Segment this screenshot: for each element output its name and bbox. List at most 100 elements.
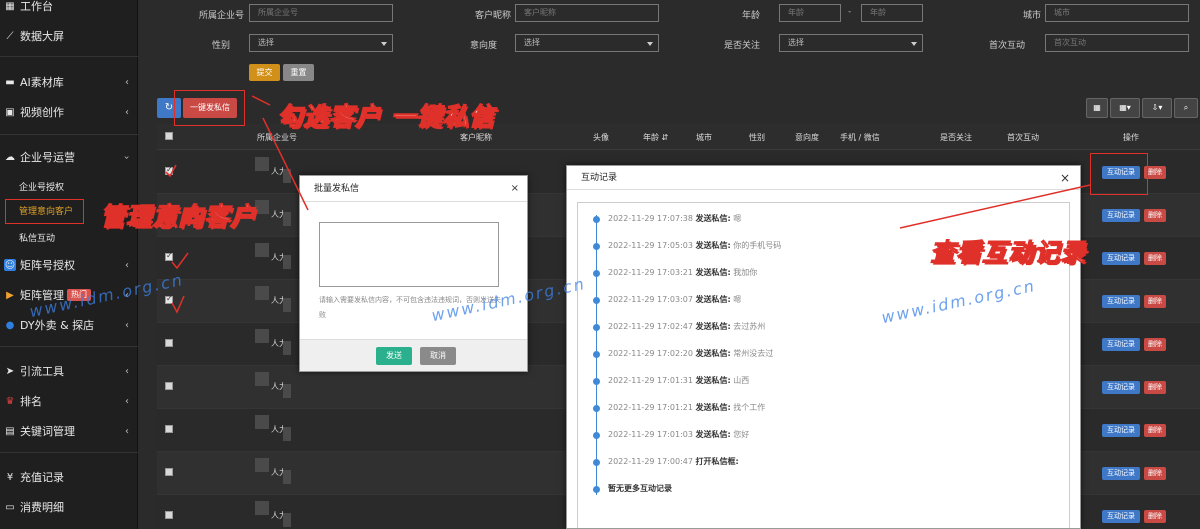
interaction-log-button[interactable]: 互动记录	[1102, 424, 1140, 437]
nickname-input[interactable]: 客户昵称	[515, 4, 659, 22]
blurred-content	[255, 501, 269, 515]
sort-icon: ⇵	[661, 133, 669, 142]
city-input[interactable]: 城市	[1045, 4, 1189, 22]
message-textarea[interactable]	[319, 222, 499, 287]
sidebar-item-keywords[interactable]: ▤ 关键词管理 ‹	[0, 417, 138, 445]
delete-button[interactable]: 删除	[1144, 467, 1166, 480]
row-checkbox[interactable]	[165, 511, 173, 519]
annotation-box-manage	[5, 199, 84, 224]
sidebar-item-traffic[interactable]: ➤ 引流工具 ‹	[0, 357, 138, 385]
sidebar-item-label: 视频创作	[20, 106, 64, 119]
interaction-log-button[interactable]: 互动记录	[1102, 381, 1140, 394]
sidebar-item-matrix-auth[interactable]: ☺ 矩阵号授权 ‹	[0, 251, 138, 279]
blurred-content	[255, 286, 269, 300]
sidebar-item-ai-library[interactable]: ▬ AI素材库 ‹	[0, 68, 138, 96]
timeline-time: 2022-11-29 17:05:03	[608, 241, 693, 250]
delete-button[interactable]: 删除	[1144, 381, 1166, 394]
timeline-end-text: 暂无更多互动记录	[608, 484, 672, 493]
send-icon: ➤	[5, 365, 15, 377]
divider	[0, 134, 138, 135]
search-icon[interactable]: ⌕	[1174, 98, 1198, 118]
timeline-text: 2022-11-29 17:02:20 发送私信: 常州没去过	[608, 348, 773, 359]
age-to-input[interactable]: 年龄	[861, 4, 923, 22]
select-all-checkbox[interactable]	[165, 132, 173, 140]
row-checkbox[interactable]	[165, 294, 173, 304]
reset-button[interactable]: 重置	[283, 64, 314, 81]
first-interaction-input[interactable]: 首次互动	[1045, 34, 1189, 52]
sidebar-item-recharge[interactable]: ¥ 充值记录	[0, 463, 138, 491]
close-icon[interactable]: ×	[1060, 166, 1070, 190]
annotation-box-bulk	[174, 90, 245, 126]
columns-icon[interactable]: ▦	[1086, 98, 1108, 118]
age-from-input[interactable]: 年龄	[779, 4, 841, 22]
timeline-message: 您好	[733, 430, 750, 439]
age-separator: -	[848, 7, 852, 17]
sidebar-item-dashboard[interactable]: ⟋ 数据大屏	[0, 22, 138, 50]
gender-select[interactable]: 选择	[249, 34, 393, 52]
delete-button[interactable]: 删除	[1144, 252, 1166, 265]
blurred-content	[255, 329, 269, 343]
row-checkbox[interactable]	[165, 165, 173, 175]
annotation-select-bulk: 勾选客户 一键私信	[277, 102, 495, 132]
sidebar-item-enterprise[interactable]: ☁ 企业号运营 ‹	[0, 143, 138, 171]
row-checkbox[interactable]	[165, 425, 173, 433]
timeline-message: 常州没去过	[733, 349, 774, 358]
follow-select[interactable]: 选择	[779, 34, 923, 52]
cloud-icon: ☁	[5, 151, 15, 163]
chevron-left-icon: ‹	[125, 76, 129, 88]
delete-button[interactable]: 删除	[1144, 295, 1166, 308]
sidebar-item-expense[interactable]: ▭ 消费明细	[0, 493, 138, 521]
timeline-dot	[593, 351, 600, 358]
close-icon[interactable]: ×	[511, 176, 519, 202]
chevron-left-icon: ‹	[125, 425, 129, 437]
row-checkbox[interactable]	[165, 468, 173, 476]
blurred-content	[283, 298, 291, 312]
interaction-log-button[interactable]: 互动记录	[1102, 252, 1140, 265]
th-age[interactable]: 年龄 ⇵	[643, 132, 668, 143]
sidebar-item-dy[interactable]: ● DY外卖 & 探店 ‹	[0, 311, 138, 339]
sidebar-item-workbench[interactable]: ▦ 工作台	[0, 0, 138, 20]
timeline-label: 发送私信:	[695, 376, 731, 385]
interaction-log-button[interactable]: 互动记录	[1102, 295, 1140, 308]
sidebar-item-video[interactable]: ▣ 视频创作 ‹	[0, 98, 138, 126]
modal-title: 互动记录	[581, 173, 618, 183]
th-gender: 性别	[749, 133, 765, 142]
export-icon[interactable]: ⇩▾	[1142, 98, 1172, 118]
sidebar-subitem-auth[interactable]: 企业号授权	[0, 175, 138, 197]
annotation-manage: 管理意向客户	[99, 202, 257, 232]
sidebar-item-rank[interactable]: ♛ 排名 ‹	[0, 387, 138, 415]
city-label: 城市	[1022, 11, 1041, 21]
timeline-dot	[593, 324, 600, 331]
th-intent: 意向度	[795, 133, 819, 142]
interaction-log-button[interactable]: 互动记录	[1102, 209, 1140, 222]
submit-button[interactable]: 提交	[249, 64, 280, 81]
company-input[interactable]: 所属企业号	[249, 4, 393, 22]
grid-view-icon[interactable]: ▦▾	[1110, 98, 1140, 118]
row-checkbox[interactable]	[165, 382, 173, 390]
timeline-label: 发送私信:	[695, 403, 731, 412]
timeline-label: 发送私信:	[695, 322, 731, 331]
row-checkbox[interactable]	[165, 251, 173, 261]
interaction-log-button[interactable]: 互动记录	[1102, 510, 1140, 523]
nickname-label: 客户昵称	[474, 11, 511, 21]
company-label: 所属企业号	[198, 11, 244, 21]
th-age-label: 年龄	[643, 133, 659, 142]
delete-button[interactable]: 删除	[1144, 338, 1166, 351]
send-button[interactable]: 发送	[376, 347, 412, 365]
sidebar-item-label: 消费明细	[20, 501, 64, 514]
blurred-content	[255, 415, 269, 429]
intent-select[interactable]: 选择	[515, 34, 659, 52]
th-follow: 是否关注	[940, 133, 972, 142]
interaction-log-button[interactable]: 互动记录	[1102, 338, 1140, 351]
th-actions: 操作	[1123, 133, 1139, 142]
delete-button[interactable]: 删除	[1144, 424, 1166, 437]
table-toolbar: ▦ ▦▾ ⇩▾ ⌕	[1086, 98, 1200, 118]
blurred-content	[255, 458, 269, 472]
interaction-log-button[interactable]: 互动记录	[1102, 467, 1140, 480]
windows-icon: ▦	[5, 0, 15, 12]
delete-button[interactable]: 删除	[1144, 510, 1166, 523]
delete-button[interactable]: 删除	[1144, 209, 1166, 222]
play-icon: ▶	[6, 289, 14, 301]
row-checkbox[interactable]	[165, 339, 173, 347]
cancel-button[interactable]: 取消	[420, 347, 456, 365]
